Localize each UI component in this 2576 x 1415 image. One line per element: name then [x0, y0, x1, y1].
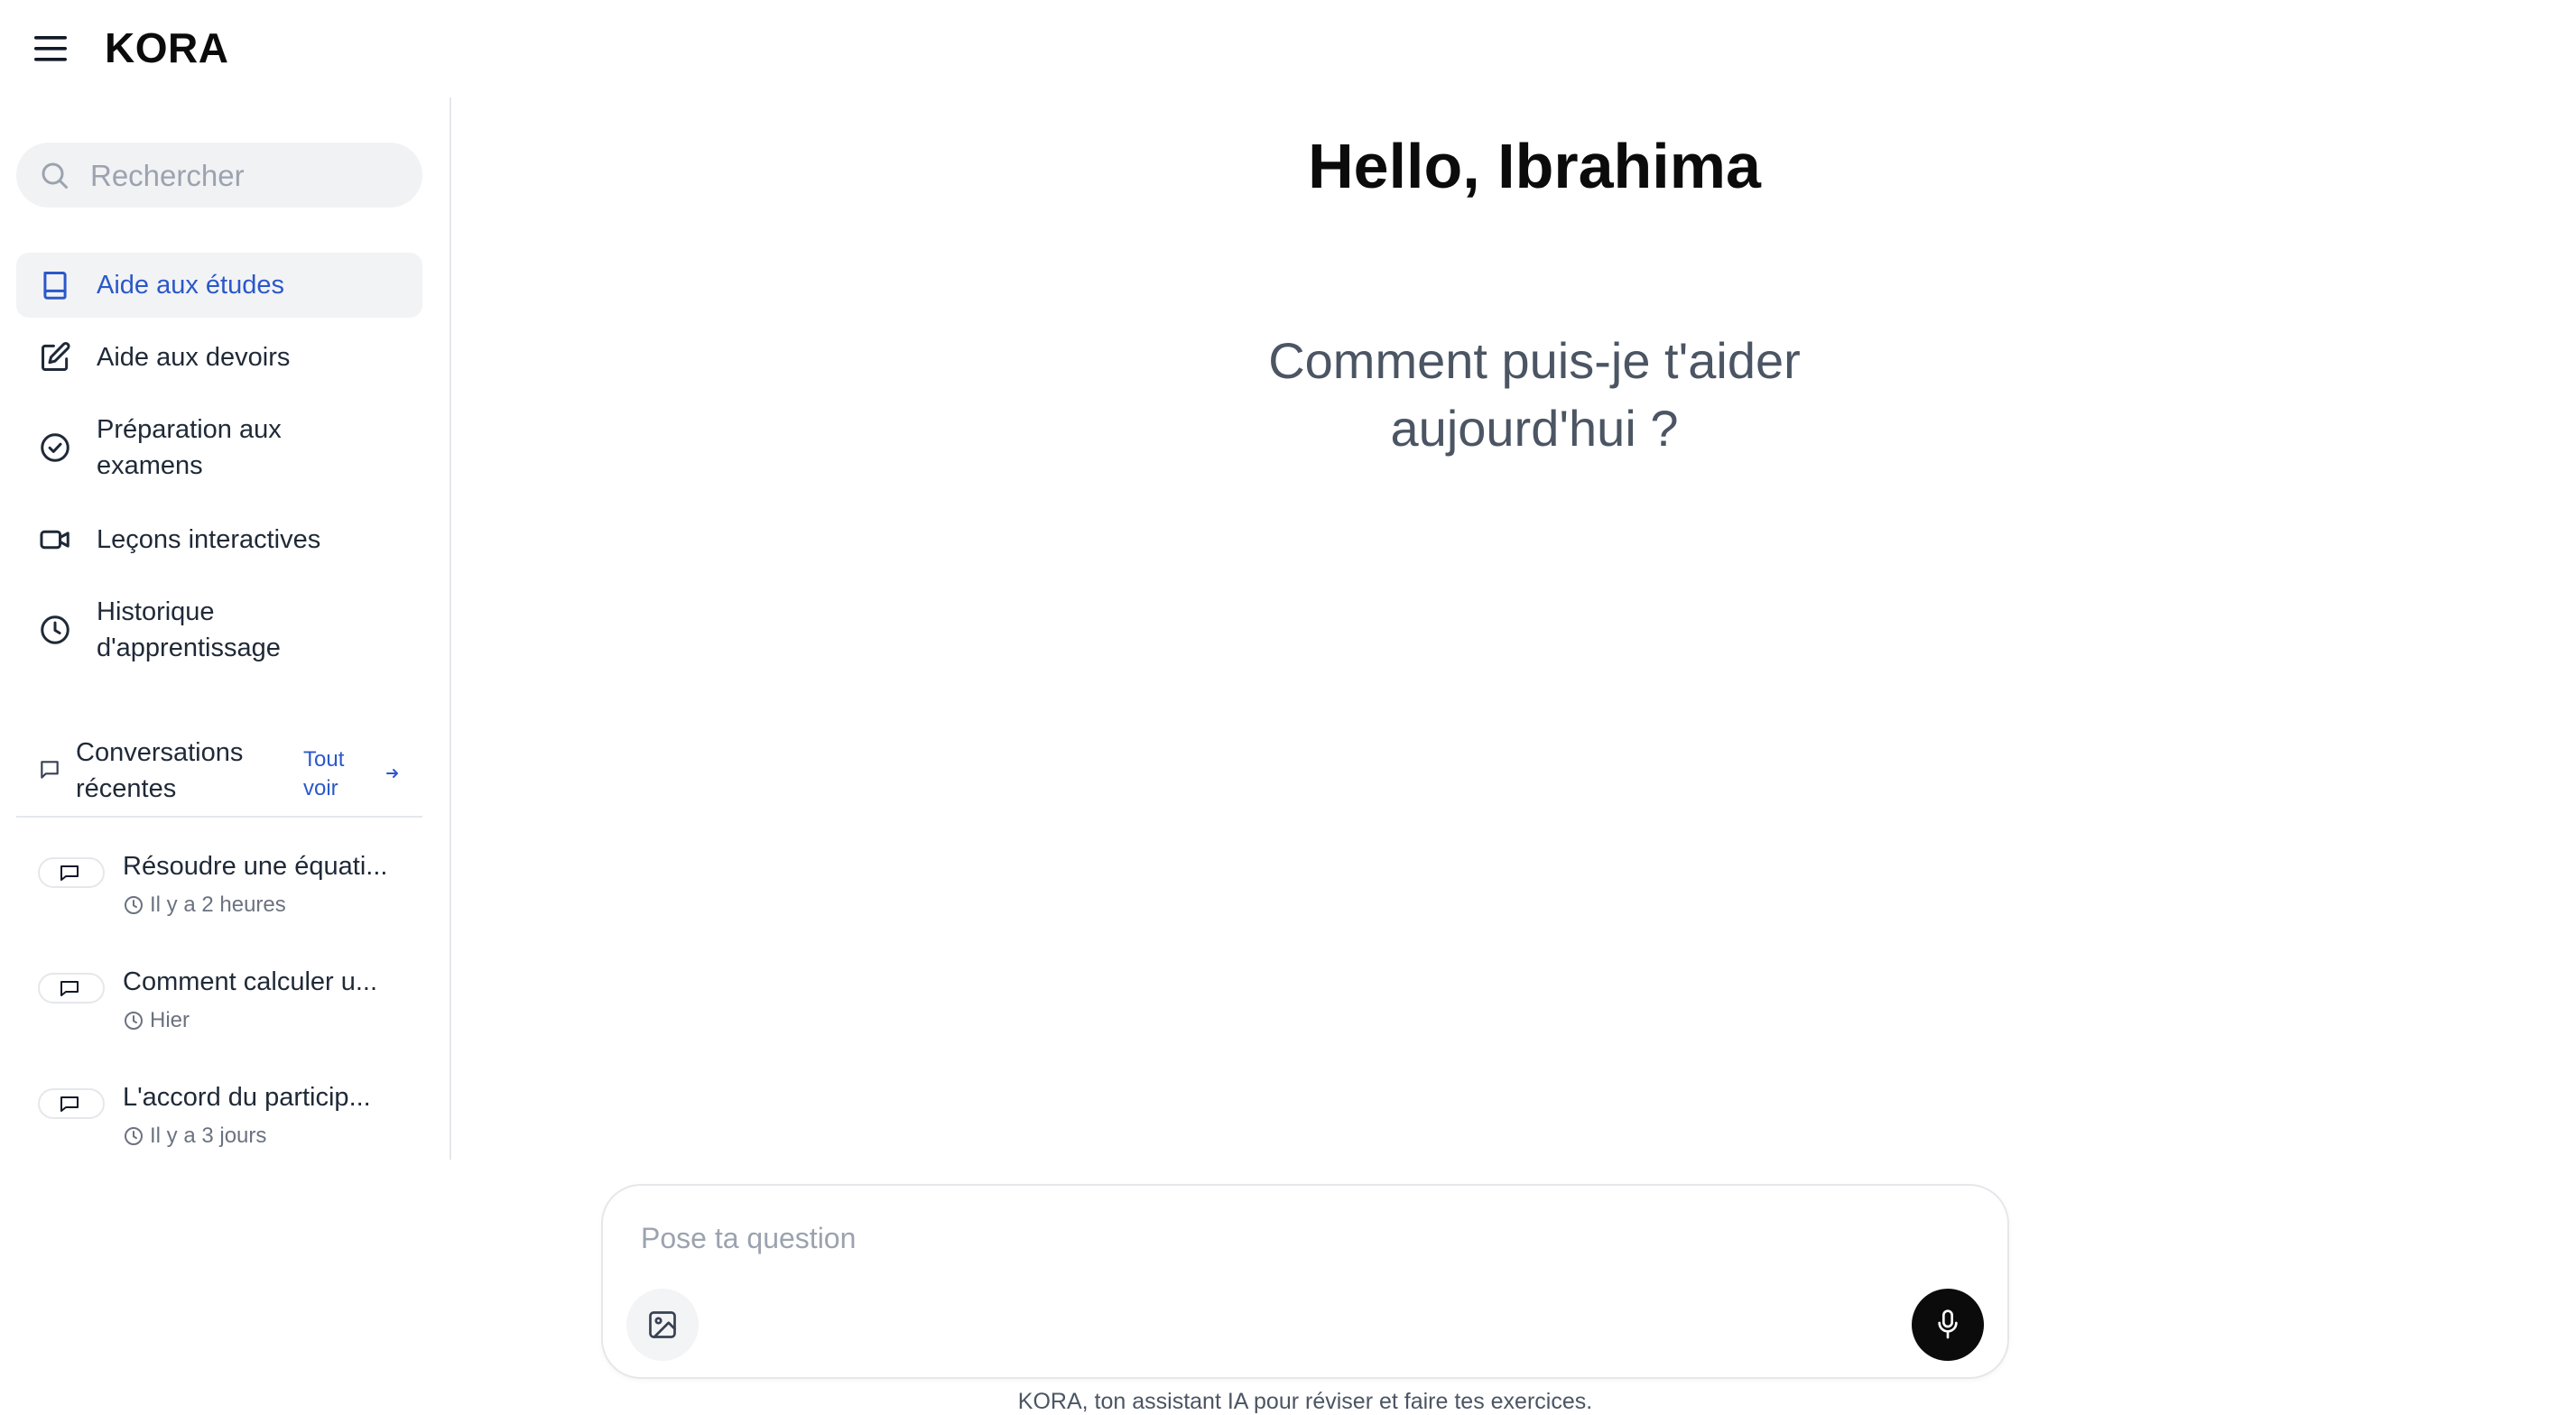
sidebar-item-study-help[interactable]: Aide aux études — [16, 253, 422, 318]
sidebar-item-homework-help[interactable]: Aide aux devoirs — [16, 325, 422, 390]
footer-disclaimer: KORA, ton assistant IA pour réviser et f… — [1017, 1389, 1593, 1414]
sidebar-item-label: Leçons interactives — [97, 525, 321, 554]
clock-icon — [38, 613, 72, 647]
chat-icon — [38, 758, 61, 781]
clock-icon — [123, 1125, 144, 1147]
sidebar: Aide aux études Aide aux devoirs Prépara… — [0, 97, 451, 1160]
sidebar-item-label: Aide aux devoirs — [97, 343, 291, 372]
sidebar-item-label: Préparation aux examens — [97, 415, 282, 480]
chat-icon — [38, 857, 105, 888]
conversation-title: Comment calculer u... — [123, 967, 378, 996]
microphone-button[interactable] — [1912, 1289, 1984, 1361]
conversation-item[interactable]: L'accord du particip... Il y a 3 jours — [36, 1077, 424, 1168]
search-icon — [38, 159, 70, 191]
clock-icon — [123, 894, 144, 916]
conversation-title: Résoudre une équati... — [123, 852, 388, 881]
chat-icon — [38, 1088, 105, 1119]
greeting-title: Hello, Ibrahima — [1308, 131, 1761, 201]
sidebar-item-exam-prep[interactable]: Préparation aux examens — [16, 397, 422, 498]
chat-icon — [38, 973, 105, 1003]
check-circle-icon — [38, 430, 72, 465]
see-all-link[interactable]: Tout voir — [303, 745, 366, 803]
search-input[interactable] — [88, 143, 417, 209]
edit-icon — [38, 340, 72, 375]
conversation-title: L'accord du particip... — [123, 1083, 371, 1112]
conversation-time: Il y a 3 jours — [150, 1124, 267, 1148]
microphone-icon — [1938, 1309, 1958, 1339]
menu-icon[interactable] — [32, 32, 72, 65]
sidebar-item-learning-history[interactable]: Historique d'apprentissage — [16, 579, 422, 680]
image-upload-button[interactable] — [626, 1289, 699, 1361]
message-composer[interactable] — [601, 1184, 2009, 1379]
video-icon — [38, 523, 72, 557]
recent-conversations-header: Conversations récentes Tout voir — [16, 726, 422, 818]
image-icon — [649, 1311, 676, 1338]
conversation-time: Il y a 2 heures — [150, 892, 286, 917]
book-icon — [38, 268, 72, 302]
recent-conversations-title: Conversations récentes — [76, 738, 244, 803]
brand-logo: KORA — [105, 24, 229, 71]
conversation-time: Hier — [150, 1008, 190, 1032]
conversation-item[interactable]: Résoudre une équati... Il y a 2 heures — [36, 846, 424, 937]
clock-icon — [123, 1010, 144, 1031]
arrow-right-icon[interactable] — [385, 765, 401, 781]
question-input[interactable] — [639, 1220, 1960, 1278]
greeting-subtitle: Comment puis-je t'aider aujourd'hui ? — [1268, 332, 1801, 457]
conversation-item[interactable]: Comment calculer u... Hier — [36, 962, 424, 1052]
sidebar-item-label: Historique d'apprentissage — [97, 597, 281, 662]
sidebar-item-label: Aide aux études — [97, 271, 284, 300]
search-box[interactable] — [16, 143, 422, 209]
sidebar-item-interactive-lessons[interactable]: Leçons interactives — [16, 507, 422, 572]
